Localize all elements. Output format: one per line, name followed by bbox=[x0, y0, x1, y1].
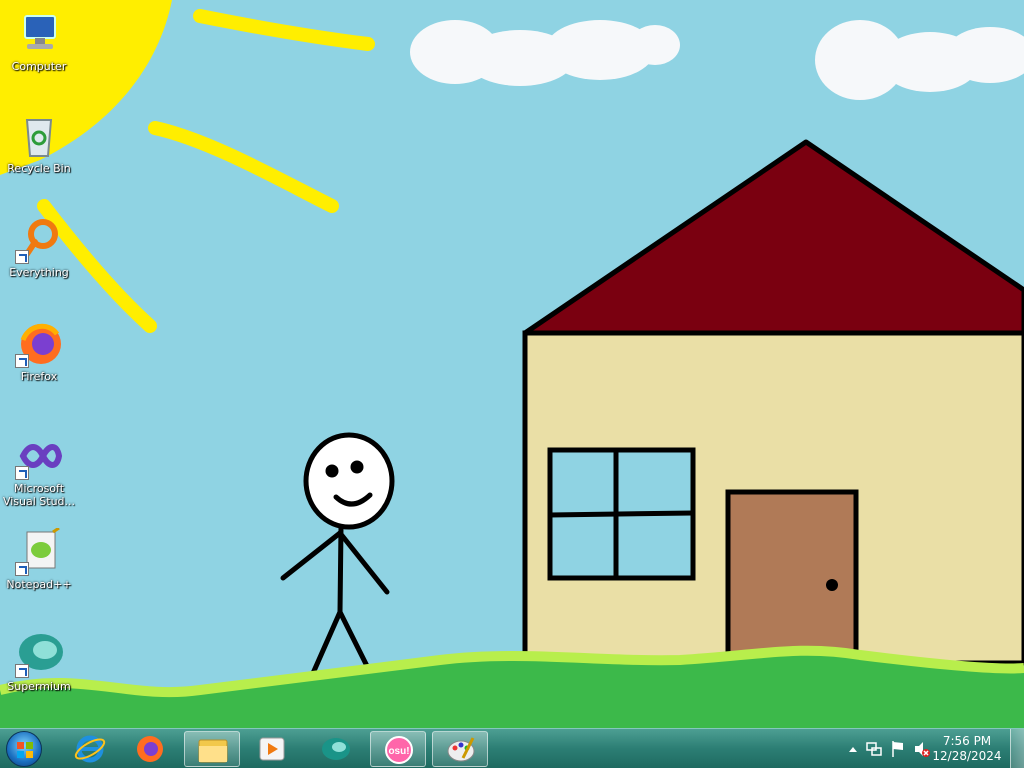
taskbar-supermium[interactable] bbox=[308, 731, 364, 767]
shortcut-arrow-icon bbox=[15, 466, 29, 480]
taskbar: osu! 7:56 PM 12/28/2024 bbox=[0, 728, 1024, 768]
desktop-icon-firefox[interactable]: Firefox bbox=[1, 320, 77, 383]
clock-time: 7:56 PM bbox=[942, 734, 992, 748]
file-explorer-icon bbox=[198, 739, 228, 763]
firefox-icon bbox=[137, 736, 163, 762]
taskbar-file-explorer[interactable] bbox=[184, 731, 240, 767]
notepad-plus-plus-icon bbox=[15, 526, 63, 576]
taskbar-internet-explorer[interactable] bbox=[62, 731, 118, 767]
tray-clock[interactable]: 7:56 PM 12/28/2024 bbox=[932, 734, 1002, 764]
desktop-icon-notepad-plus-plus[interactable]: Notepad++ bbox=[1, 526, 77, 591]
desktop-icon-label: Recycle Bin bbox=[7, 162, 71, 175]
desktop-icon-recycle-bin[interactable]: Recycle Bin bbox=[1, 112, 77, 175]
desktop-icon-label: Computer bbox=[11, 60, 67, 73]
shortcut-arrow-icon bbox=[15, 562, 29, 576]
shortcut-arrow-icon bbox=[15, 664, 29, 678]
start-button[interactable] bbox=[6, 731, 42, 767]
house-window bbox=[547, 447, 696, 581]
tray-network[interactable] bbox=[864, 729, 884, 768]
taskbar-media-player[interactable] bbox=[244, 731, 300, 767]
firefox-icon bbox=[15, 320, 63, 368]
osu-label: osu! bbox=[388, 746, 409, 757]
shortcut-arrow-icon bbox=[15, 354, 29, 368]
visual-studio-icon bbox=[15, 432, 63, 480]
desktop-icon-everything[interactable]: Everything bbox=[1, 216, 77, 279]
clock-date: 12/28/2024 bbox=[932, 749, 1002, 763]
shortcut-arrow-icon bbox=[15, 250, 29, 264]
tray-volume[interactable] bbox=[912, 729, 932, 768]
tray-action-center[interactable] bbox=[888, 729, 908, 768]
computer-icon bbox=[15, 10, 63, 58]
taskbar-osu[interactable]: osu! bbox=[370, 731, 426, 767]
show-hidden-icons-button[interactable] bbox=[846, 729, 860, 768]
desktop-icon-supermium[interactable]: Supermium bbox=[1, 630, 77, 693]
desktop-icon-visual-studio[interactable]: Microsoft Visual Stud... bbox=[1, 432, 77, 508]
desktop-icon-label: Microsoft Visual Stud... bbox=[2, 482, 76, 508]
flag-icon bbox=[892, 741, 903, 757]
osu-icon: osu! bbox=[385, 736, 413, 764]
show-desktop-button[interactable] bbox=[1010, 729, 1024, 768]
desktop-wallpaper bbox=[0, 0, 1024, 728]
windows-logo-icon bbox=[7, 742, 43, 768]
desktop-icon-label: Everything bbox=[9, 266, 69, 279]
desktop-icon-label: Supermium bbox=[7, 680, 71, 693]
taskbar-firefox[interactable] bbox=[122, 731, 178, 767]
taskbar-paint[interactable] bbox=[432, 731, 488, 767]
volume-muted-icon bbox=[915, 742, 930, 757]
desktop-icon-computer[interactable]: Computer bbox=[1, 10, 77, 73]
supermium-icon bbox=[15, 630, 63, 678]
desktop-icon-label: Notepad++ bbox=[6, 578, 72, 591]
recycle-bin-icon bbox=[15, 112, 63, 160]
everything-search-icon bbox=[15, 216, 63, 264]
desktop-icon-label: Firefox bbox=[20, 370, 58, 383]
chevron-up-icon bbox=[849, 747, 857, 752]
supermium-icon bbox=[322, 738, 350, 760]
network-icon bbox=[866, 742, 882, 756]
paint-icon bbox=[447, 737, 475, 762]
house-door bbox=[725, 489, 859, 665]
media-player-icon bbox=[259, 737, 285, 761]
internet-explorer-icon bbox=[74, 735, 106, 763]
